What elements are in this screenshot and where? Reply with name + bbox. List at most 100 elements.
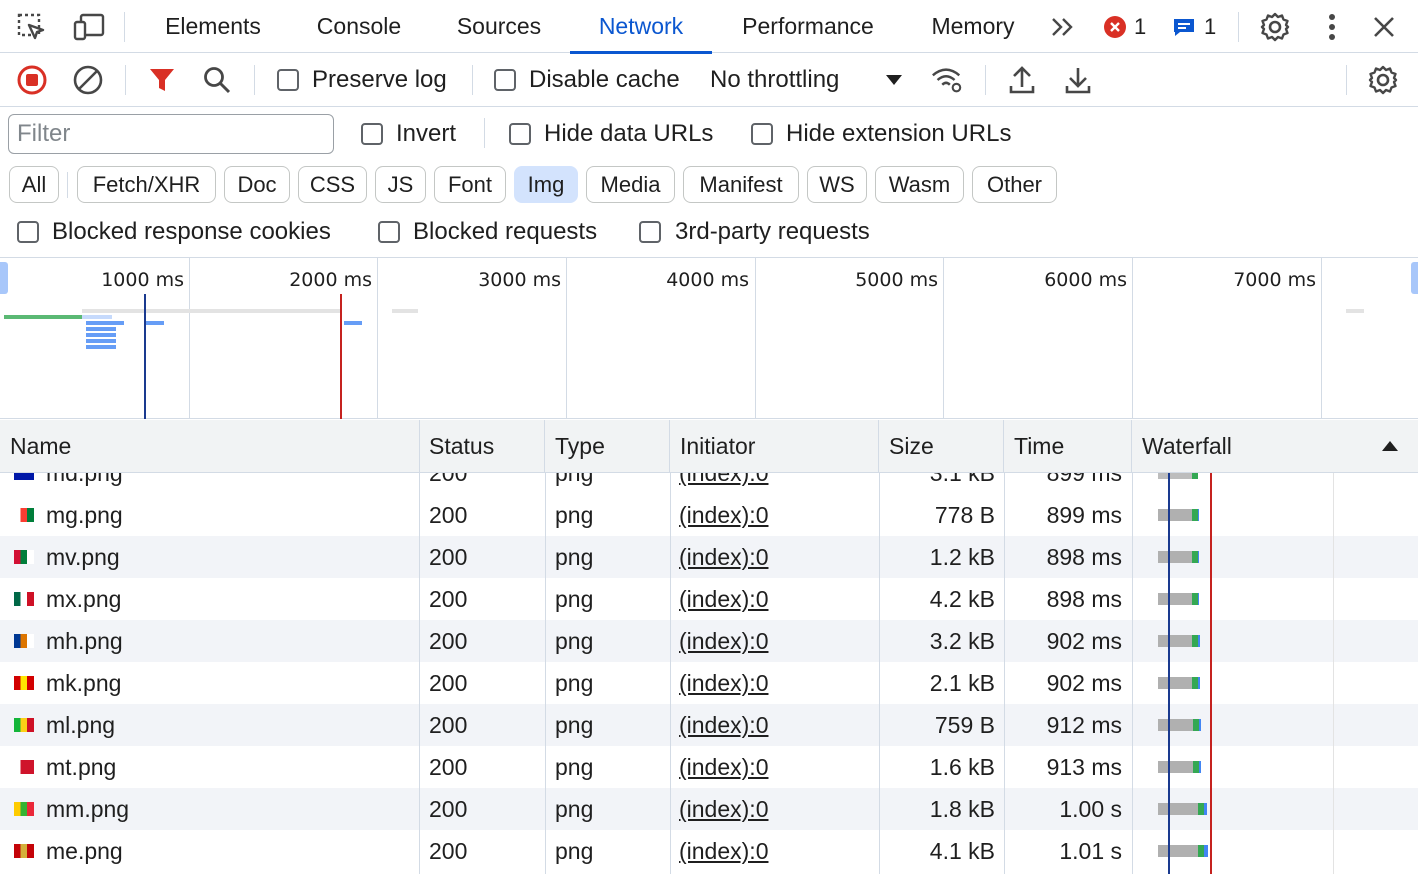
tab-memory[interactable]: Memory: [927, 0, 1019, 53]
column-header-initiator[interactable]: Initiator: [670, 420, 879, 473]
overview-request-bar: [392, 309, 418, 313]
table-row[interactable]: mx.png 200 png (index):0 4.2 kB 898 ms: [0, 578, 1418, 620]
table-row[interactable]: ml.png 200 png (index):0 759 B 912 ms: [0, 704, 1418, 746]
cell-type: png: [555, 586, 594, 612]
blocked-requests-label: Blocked requests: [413, 218, 598, 245]
tab-performance[interactable]: Performance: [735, 0, 881, 53]
overview-request-bar: [344, 321, 362, 325]
cell-initiator-link[interactable]: (index):0: [679, 788, 768, 830]
clear-icon[interactable]: [71, 63, 105, 97]
filter-funnel-icon[interactable]: [145, 63, 179, 97]
column-header-type[interactable]: Type: [545, 420, 670, 473]
message-icon: [1172, 16, 1196, 38]
cell-initiator-link[interactable]: (index):0: [679, 704, 768, 746]
table-row[interactable]: mk.png 200 png (index):0 2.1 kB 902 ms: [0, 662, 1418, 704]
filter-chip-manifest[interactable]: Manifest: [683, 166, 799, 203]
filter-input[interactable]: Filter: [8, 114, 334, 154]
hide-extension-urls-checkbox[interactable]: [751, 123, 773, 145]
table-row[interactable]: md.png 200 png (index):0 3.1 kB 899 ms: [0, 473, 1418, 494]
cell-initiator-link[interactable]: (index):0: [679, 536, 768, 578]
cell-initiator-link[interactable]: (index):0: [679, 494, 768, 536]
more-options-icon[interactable]: [1315, 10, 1349, 44]
hide-data-urls-checkbox[interactable]: [509, 123, 531, 145]
cell-status: 200: [429, 502, 468, 528]
column-header-name[interactable]: Name: [0, 420, 420, 473]
filter-chip-css[interactable]: CSS: [298, 166, 367, 203]
divider: [125, 65, 126, 95]
column-header-status[interactable]: Status: [419, 420, 545, 473]
overview-right-handle[interactable]: [1411, 262, 1418, 294]
request-options-row: Blocked response cookies Blocked request…: [0, 208, 1418, 258]
overview-request-bar: [146, 321, 164, 325]
dropdown-arrow-icon[interactable]: [877, 63, 911, 97]
filter-chip-font[interactable]: Font: [434, 166, 506, 203]
cell-time: 912 ms: [1046, 712, 1122, 738]
column-header-waterfall[interactable]: Waterfall: [1132, 420, 1418, 473]
cell-initiator-link[interactable]: (index):0: [679, 473, 768, 494]
filter-chip-js[interactable]: JS: [375, 166, 426, 203]
table-row[interactable]: mg.png 200 png (index):0 778 B 899 ms: [0, 494, 1418, 536]
filter-chip-all[interactable]: All: [9, 166, 59, 203]
table-row[interactable]: mv.png 200 png (index):0 1.2 kB 898 ms: [0, 536, 1418, 578]
record-stop-icon[interactable]: [15, 63, 49, 97]
table-row[interactable]: mh.png 200 png (index):0 3.2 kB 902 ms: [0, 620, 1418, 662]
network-conditions-icon[interactable]: [930, 63, 964, 97]
blocked-response-cookies-label: Blocked response cookies: [52, 218, 331, 245]
waterfall-bar-content: [1198, 509, 1199, 521]
filter-chip-other[interactable]: Other: [972, 166, 1057, 203]
inspect-element-icon[interactable]: [14, 10, 48, 44]
invert-checkbox[interactable]: [361, 123, 383, 145]
throttling-select[interactable]: No throttling: [710, 66, 839, 94]
overview-request-bar: [1346, 309, 1364, 313]
more-tabs-chevron-icon[interactable]: [1046, 10, 1080, 44]
cell-initiator-link[interactable]: (index):0: [679, 662, 768, 704]
import-har-upload-icon[interactable]: [1005, 63, 1039, 97]
flag-icon: [14, 634, 34, 648]
flag-icon: [14, 718, 34, 732]
third-party-requests-checkbox[interactable]: [639, 221, 661, 243]
cell-type: png: [555, 670, 594, 696]
table-row[interactable]: mm.png 200 png (index):0 1.8 kB 1.00 s: [0, 788, 1418, 830]
overview-request-bar: [4, 315, 82, 319]
column-header-size[interactable]: Size: [879, 420, 1004, 473]
overview-request-bar: [82, 309, 340, 313]
error-counter[interactable]: 1: [1104, 10, 1164, 44]
cell-initiator-link[interactable]: (index):0: [679, 746, 768, 788]
filter-chip-fetch-xhr[interactable]: Fetch/XHR: [77, 166, 216, 203]
flag-icon: [14, 550, 34, 564]
settings-gear-icon[interactable]: [1258, 10, 1292, 44]
message-counter[interactable]: 1: [1172, 10, 1232, 44]
cell-initiator-link[interactable]: (index):0: [679, 620, 768, 662]
overview-left-handle[interactable]: [0, 262, 8, 294]
overview-tick-label: 6000 ms: [1044, 269, 1127, 291]
blocked-requests-checkbox[interactable]: [378, 221, 400, 243]
export-har-download-icon[interactable]: [1061, 63, 1095, 97]
network-settings-gear-icon[interactable]: [1366, 63, 1400, 97]
flag-icon: [14, 760, 34, 774]
close-icon[interactable]: [1367, 10, 1401, 44]
disable-cache-checkbox[interactable]: [494, 69, 516, 91]
cell-initiator-link[interactable]: (index):0: [679, 830, 768, 872]
filter-chip-wasm[interactable]: Wasm: [875, 166, 964, 203]
filter-chip-doc[interactable]: Doc: [224, 166, 290, 203]
tab-console[interactable]: Console: [313, 0, 405, 53]
blocked-response-cookies-checkbox[interactable]: [17, 221, 39, 243]
tab-network[interactable]: Network: [570, 0, 712, 54]
cell-initiator-link[interactable]: (index):0: [679, 578, 768, 620]
tab-elements[interactable]: Elements: [161, 0, 265, 53]
tab-sources[interactable]: Sources: [453, 0, 545, 53]
filter-chip-media[interactable]: Media: [586, 166, 675, 203]
column-header-time[interactable]: Time: [1004, 420, 1132, 473]
table-row[interactable]: me.png 200 png (index):0 4.1 kB 1.01 s: [0, 830, 1418, 872]
preserve-log-checkbox[interactable]: [277, 69, 299, 91]
device-toolbar-icon[interactable]: [72, 10, 106, 44]
filter-chip-img[interactable]: Img: [514, 166, 578, 203]
column-divider: [545, 473, 546, 874]
overview-request-bar: [82, 315, 112, 319]
filter-chip-ws[interactable]: WS: [807, 166, 867, 203]
network-overview-timeline[interactable]: 1000 ms 2000 ms 3000 ms 4000 ms 5000 ms …: [0, 258, 1418, 419]
cell-time: 899 ms: [1046, 473, 1122, 486]
cell-status: 200: [429, 544, 468, 570]
table-row[interactable]: mt.png 200 png (index):0 1.6 kB 913 ms: [0, 746, 1418, 788]
search-icon[interactable]: [200, 63, 234, 97]
